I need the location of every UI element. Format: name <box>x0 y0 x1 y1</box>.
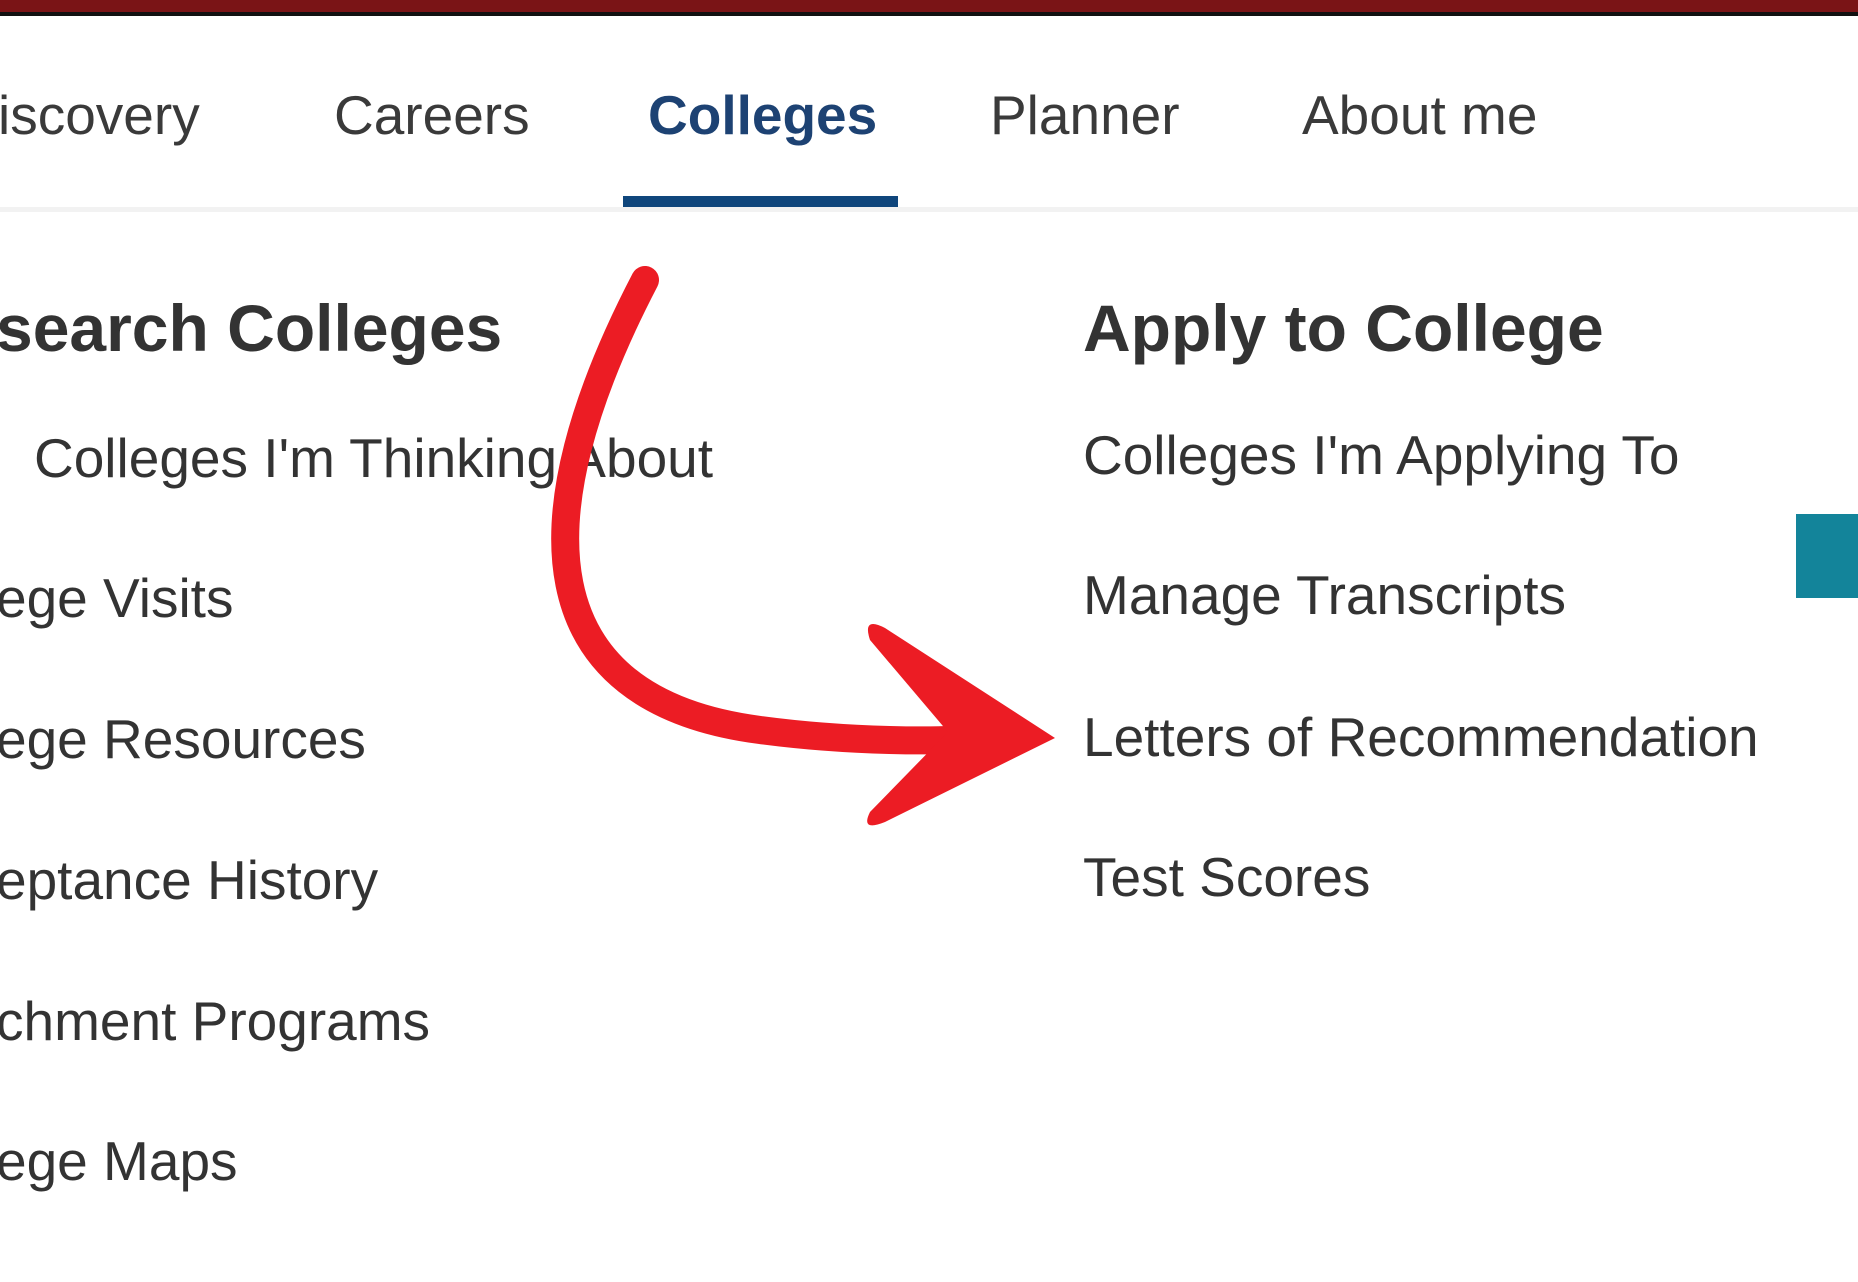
menu-item-acceptance-history[interactable]: eptance History <box>0 845 378 915</box>
research-colleges-heading: search Colleges <box>0 291 503 365</box>
tab-colleges[interactable]: Colleges <box>648 80 877 150</box>
tab-about-me[interactable]: About me <box>1302 80 1537 150</box>
menu-item-manage-transcripts[interactable]: Manage Transcripts <box>1083 560 1566 630</box>
top-bar <box>0 0 1858 16</box>
menu-item-colleges-applying-to[interactable]: Colleges I'm Applying To <box>1083 420 1680 490</box>
menu-item-letters-of-recommendation[interactable]: Letters of Recommendation <box>1083 702 1759 772</box>
menu-item-college-maps[interactable]: ege Maps <box>0 1126 238 1196</box>
tab-discovery[interactable]: iscovery <box>0 80 200 150</box>
menu-item-college-resources[interactable]: ege Resources <box>0 704 366 774</box>
apply-to-college-heading: Apply to College <box>1083 291 1604 365</box>
tab-planner[interactable]: Planner <box>990 80 1180 150</box>
menu-item-test-scores[interactable]: Test Scores <box>1083 842 1370 912</box>
top-bar-edge <box>0 12 1858 16</box>
tab-careers[interactable]: Careers <box>334 80 530 150</box>
red-arrow-icon <box>551 266 1055 826</box>
menu-item-colleges-thinking-about[interactable]: Colleges I'm Thinking About <box>34 423 713 493</box>
menu-item-enrichment-programs[interactable]: chment Programs <box>0 986 430 1056</box>
nav-divider <box>0 207 1858 212</box>
menu-item-college-visits[interactable]: ege Visits <box>0 563 233 633</box>
teal-side-button[interactable] <box>1796 514 1858 598</box>
